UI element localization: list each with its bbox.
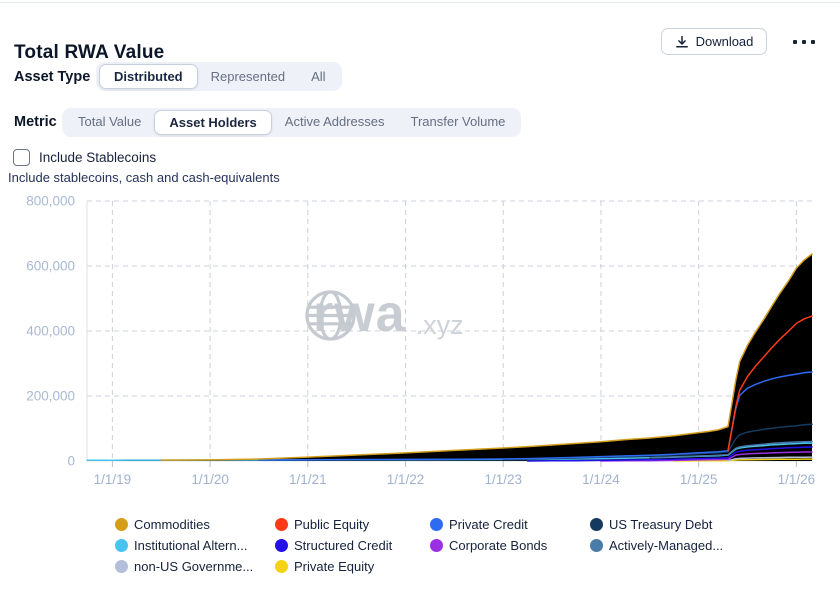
y-axis-labels: 0 200,000 400,000 600,000 800,000 — [26, 194, 75, 469]
ellipsis-icon — [793, 40, 797, 44]
legend-dot — [115, 518, 128, 531]
legend-item-private-credit[interactable]: Private Credit — [430, 517, 590, 531]
asset-type-row: Asset Type Distributed Represented All — [14, 61, 342, 92]
legend-item-corporate-bonds[interactable]: Corporate Bonds — [430, 538, 590, 552]
x-tick-label: 1/1/20 — [191, 472, 229, 487]
y-tick-label: 600,000 — [26, 259, 75, 274]
x-tick-label: 1/1/21 — [289, 472, 327, 487]
legend-item-private-equity[interactable]: Private Equity — [275, 559, 430, 573]
metric-label: Metric — [14, 114, 62, 130]
metric-option-asset-holders[interactable]: Asset Holders — [154, 110, 271, 135]
chart-plot-area[interactable]: 0 200,000 400,000 600,000 800,000 1/1/19 1/1/2… — [0, 192, 840, 502]
include-stablecoins-row: Include Stablecoins — [13, 149, 156, 166]
y-tick-label: 400,000 — [26, 324, 75, 339]
download-label: Download — [696, 34, 754, 49]
legend-dot — [590, 539, 603, 552]
include-stablecoins-description: Include stablecoins, cash and cash-equiv… — [8, 170, 280, 185]
ellipsis-icon — [811, 40, 815, 44]
x-tick-label: 1/1/25 — [680, 472, 718, 487]
metric-option-active-addresses[interactable]: Active Addresses — [272, 110, 398, 134]
legend-item-commodities[interactable]: Commodities — [115, 517, 275, 531]
x-axis-labels: 1/1/19 1/1/20 1/1/21 1/1/22 1/1/23 1/1/24 1/1/… — [94, 472, 816, 487]
include-stablecoins-checkbox[interactable] — [13, 149, 30, 166]
chart: 0 200,000 400,000 600,000 800,000 1/1/19 1/1/2… — [0, 192, 840, 502]
ellipsis-icon — [802, 40, 806, 44]
legend-dot — [430, 518, 443, 531]
legend-item-non-us-government[interactable]: non-US Governme... — [115, 559, 275, 573]
include-stablecoins-label[interactable]: Include Stablecoins — [39, 150, 156, 165]
legend-item-us-treasury-debt[interactable]: US Treasury Debt — [590, 517, 765, 531]
y-tick-label: 0 — [67, 454, 75, 469]
legend-dot — [275, 518, 288, 531]
card-top-border — [0, 2, 840, 3]
metric-segmented-control: Total Value Asset Holders Active Address… — [62, 108, 521, 137]
legend-item-public-equity[interactable]: Public Equity — [275, 517, 430, 531]
asset-type-option-represented[interactable]: Represented — [198, 65, 298, 89]
legend-item-structured-credit[interactable]: Structured Credit — [275, 538, 430, 552]
asset-type-option-all[interactable]: All — [298, 65, 338, 89]
y-tick-label: 800,000 — [26, 194, 75, 209]
x-tick-label: 1/1/23 — [484, 472, 522, 487]
x-tick-label: 1/1/19 — [94, 472, 132, 487]
more-options-button[interactable] — [786, 34, 822, 50]
legend-item-institutional-alternative[interactable]: Institutional Altern... — [115, 538, 275, 552]
legend-dot — [275, 560, 288, 573]
legend-dot — [590, 518, 603, 531]
asset-type-option-distributed[interactable]: Distributed — [99, 64, 198, 89]
legend-dot — [115, 539, 128, 552]
legend-dot — [115, 560, 128, 573]
legend-item-actively-managed[interactable]: Actively-Managed... — [590, 538, 765, 552]
rwa-dashboard: { "header": { "title": "Total RWA Value"… — [0, 0, 840, 605]
download-icon — [675, 35, 689, 49]
x-tick-label: 1/1/22 — [387, 472, 425, 487]
y-tick-label: 200,000 — [26, 389, 75, 404]
download-button[interactable]: Download — [661, 28, 767, 55]
x-tick-label: 1/1/26 — [778, 472, 816, 487]
metric-option-transfer-volume[interactable]: Transfer Volume — [398, 110, 519, 134]
legend-dot — [430, 539, 443, 552]
chart-legend: Commodities Public Equity Private Credit… — [115, 517, 765, 573]
metric-row: Metric Total Value Asset Holders Active … — [14, 107, 521, 137]
asset-type-segmented-control: Distributed Represented All — [96, 62, 342, 91]
legend-dot — [275, 539, 288, 552]
asset-type-label: Asset Type — [14, 69, 96, 85]
metric-option-total-value[interactable]: Total Value — [65, 110, 154, 134]
x-tick-label: 1/1/24 — [582, 472, 620, 487]
